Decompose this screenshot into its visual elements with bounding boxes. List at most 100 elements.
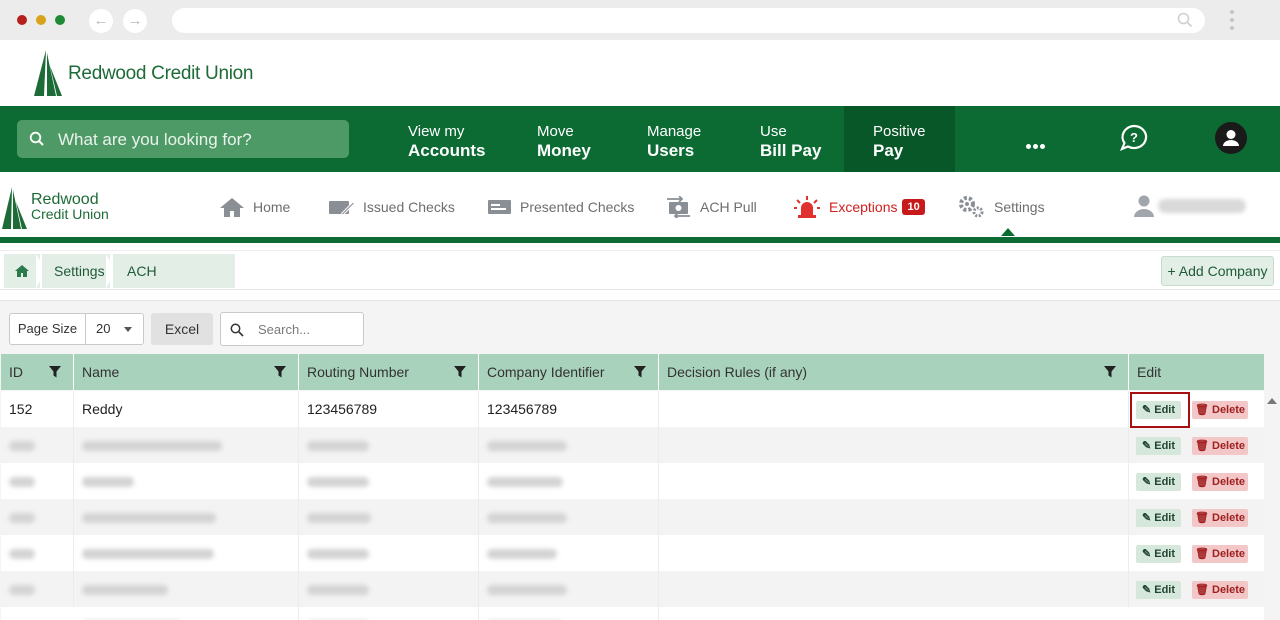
app-nav-underline xyxy=(0,237,1280,243)
tab-home[interactable]: Home xyxy=(219,193,290,221)
maximize-window-dot[interactable] xyxy=(55,15,65,25)
edit-button[interactable]: ✎ Edit xyxy=(1136,509,1181,527)
scroll-up-icon[interactable] xyxy=(1267,398,1277,404)
column-header-routing[interactable]: Routing Number xyxy=(299,354,479,390)
excel-export-button[interactable]: Excel xyxy=(151,313,213,345)
cell-routing xyxy=(299,535,479,571)
tab-exceptions[interactable]: Exceptions 10 xyxy=(793,193,925,221)
table-row: ✎ Edit 🗑 Delete xyxy=(1,571,1264,607)
search-icon xyxy=(1177,12,1193,28)
app-logo-text[interactable]: Redwood Credit Union xyxy=(31,192,109,222)
column-header-decision-rules[interactable]: Decision Rules (if any) xyxy=(659,354,1129,390)
filter-icon[interactable] xyxy=(454,366,466,378)
cell-name xyxy=(74,499,299,535)
delete-button[interactable]: 🗑 Delete xyxy=(1192,473,1248,491)
cell-routing xyxy=(299,607,479,620)
search-icon xyxy=(29,131,44,146)
tab-issued-checks[interactable]: Issued Checks xyxy=(328,193,455,221)
delete-button[interactable]: 🗑 Delete xyxy=(1192,401,1248,419)
filter-icon[interactable] xyxy=(634,366,646,378)
grid-search-input[interactable]: Search... xyxy=(220,312,364,346)
cell-company-identifier xyxy=(479,427,659,463)
tab-label: Issued Checks xyxy=(363,199,455,215)
cell-routing xyxy=(299,463,479,499)
add-company-button[interactable]: + Add Company xyxy=(1161,256,1274,286)
exceptions-count-badge: 10 xyxy=(902,199,925,215)
tab-settings[interactable]: Settings xyxy=(958,193,1045,221)
nav-label: Pay xyxy=(873,141,904,160)
tab-ach-pull[interactable]: ACH Pull xyxy=(665,193,757,221)
edit-button[interactable]: ✎ Edit xyxy=(1136,473,1181,491)
page-size-select[interactable]: 20 xyxy=(85,313,144,345)
cell-id: 152 xyxy=(1,391,74,427)
filter-icon[interactable] xyxy=(49,366,61,378)
tab-presented-checks[interactable]: Presented Checks xyxy=(487,193,634,221)
nav-move-money[interactable]: Move Money xyxy=(537,106,617,172)
cell-name xyxy=(74,463,299,499)
delete-button[interactable]: 🗑 Delete xyxy=(1192,545,1248,563)
cell-id xyxy=(1,535,74,571)
column-header-company-identifier[interactable]: Company Identifier xyxy=(479,354,659,390)
cell-id xyxy=(1,499,74,535)
more-menu-icon[interactable] xyxy=(1026,136,1047,154)
address-bar[interactable] xyxy=(172,8,1205,33)
filter-icon[interactable] xyxy=(274,366,286,378)
delete-button[interactable]: 🗑 Delete xyxy=(1192,509,1248,527)
nav-manage-users[interactable]: Manage Users xyxy=(647,106,727,172)
forward-arrow-icon[interactable]: → xyxy=(123,9,147,33)
close-window-dot[interactable] xyxy=(17,15,27,25)
delete-label: Delete xyxy=(1212,440,1246,452)
header-label: Decision Rules (if any) xyxy=(667,364,808,380)
nav-label: Positive xyxy=(873,123,926,140)
search-icon xyxy=(230,323,244,337)
header-label: Edit xyxy=(1137,364,1162,380)
column-header-name[interactable]: Name xyxy=(74,354,299,390)
trash-icon: 🗑 xyxy=(1194,404,1212,416)
cell-name xyxy=(74,535,299,571)
trash-icon: 🗑 xyxy=(1194,512,1212,524)
browser-menu-icon[interactable] xyxy=(1230,10,1236,34)
user-profile-icon[interactable] xyxy=(1133,194,1155,218)
cell-decision-rules xyxy=(659,535,1129,571)
nav-bill-pay[interactable]: Use Bill Pay xyxy=(760,106,840,172)
delete-button[interactable]: 🗑 Delete xyxy=(1192,581,1248,599)
cell-company-identifier xyxy=(479,463,659,499)
minimize-window-dot[interactable] xyxy=(36,15,46,25)
edit-icon: ✎ xyxy=(1141,512,1155,524)
breadcrumb-settings[interactable]: Settings xyxy=(42,254,110,288)
tab-label: Exceptions xyxy=(829,199,898,215)
nav-view-accounts[interactable]: View my Accounts xyxy=(408,106,508,172)
edit-button[interactable]: ✎ Edit xyxy=(1136,437,1181,455)
table-row xyxy=(1,607,1264,620)
edit-highlight-box xyxy=(1130,392,1190,428)
cell-actions: ✎ Edit 🗑 Delete xyxy=(1129,535,1264,571)
site-search-placeholder: What are you looking for? xyxy=(58,130,252,149)
cell-routing xyxy=(299,499,479,535)
edit-icon: ✎ xyxy=(1141,476,1155,488)
site-logo-text[interactable]: Redwood Credit Union xyxy=(68,63,253,85)
svg-text:?: ? xyxy=(1130,130,1138,145)
column-header-id[interactable]: ID xyxy=(1,354,74,390)
column-header-edit: Edit xyxy=(1129,354,1264,390)
account-avatar-icon[interactable] xyxy=(1215,122,1247,154)
edit-button[interactable]: ✎ Edit xyxy=(1136,545,1181,563)
grid-search-placeholder: Search... xyxy=(258,322,311,337)
browser-chrome: ← → xyxy=(0,0,1280,40)
breadcrumb-ach-companies[interactable]: ACH Companies xyxy=(113,254,235,313)
breadcrumb-home[interactable] xyxy=(4,254,40,288)
site-search-input[interactable]: What are you looking for? xyxy=(17,120,349,158)
cell-routing xyxy=(299,571,479,607)
delete-button[interactable]: 🗑 Delete xyxy=(1192,437,1248,455)
help-chat-icon[interactable]: ? xyxy=(1119,123,1149,153)
back-arrow-icon[interactable]: ← xyxy=(89,9,113,33)
cell-decision-rules xyxy=(659,427,1129,463)
tab-label: Settings xyxy=(994,199,1045,215)
tab-label: ACH Pull xyxy=(700,199,757,215)
main-nav-bar: What are you looking for? View my Accoun… xyxy=(0,106,1280,172)
table-row: 152 Reddy 123456789 123456789 ✎ Edit 🗑 D… xyxy=(1,391,1264,427)
edit-button[interactable]: ✎ Edit xyxy=(1136,581,1181,599)
nav-label: Manage xyxy=(647,123,702,140)
filter-icon[interactable] xyxy=(1104,366,1116,378)
cell-company-identifier xyxy=(479,499,659,535)
nav-positive-pay[interactable]: Positive Pay xyxy=(844,106,955,172)
